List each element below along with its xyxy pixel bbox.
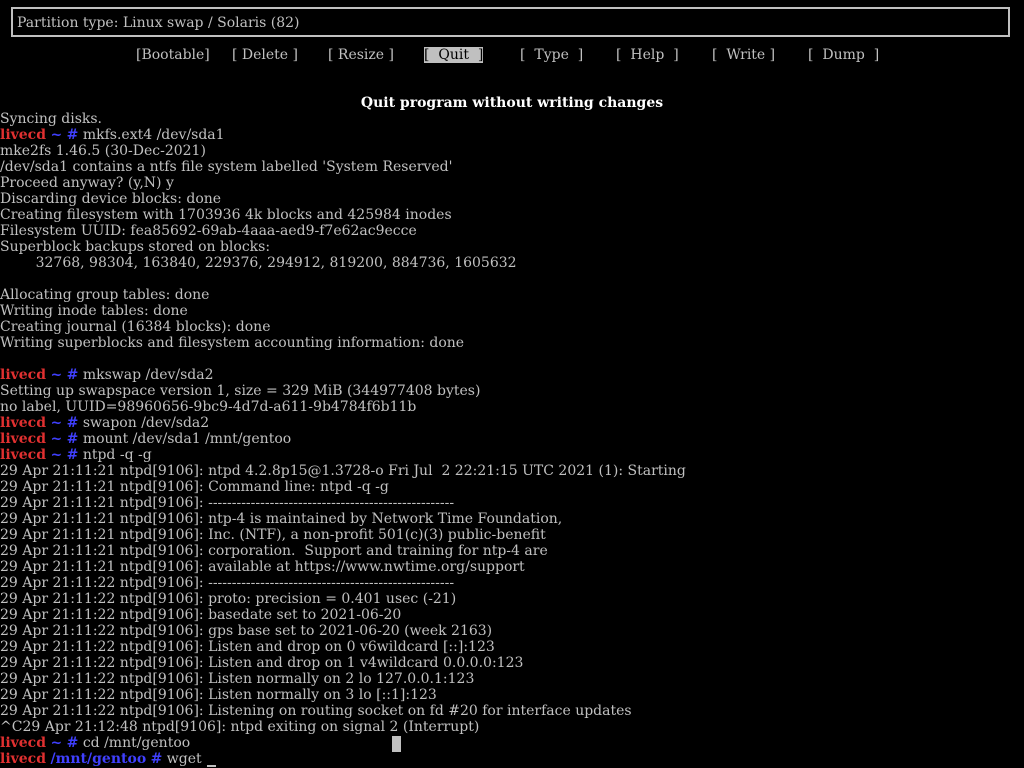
output-line: 29 Apr 21:11:22 ntpd[9106]: Listening on… [0,703,632,719]
prompt-line: livecd ~ # mount /dev/sda1 /mnt/gentoo [0,431,1024,447]
command-text: mkswap /dev/sda2 [82,367,214,383]
output-line: 29 Apr 21:11:22 ntpd[9106]: gps base set… [0,623,493,639]
command-text: cd /mnt/gentoo [82,735,191,751]
prompt-dir: ~ [50,735,63,751]
output-line: Filesystem UUID: fea85692-69ab-4aaa-aed9… [0,223,417,239]
output-line: 29 Apr 21:11:21 ntpd[9106]: available at… [0,559,525,575]
prompt-symbol: # [66,415,79,431]
output-line: 29 Apr 21:11:22 ntpd[9106]: Listen and d… [0,639,495,655]
output-line: Writing inode tables: done [0,303,188,319]
prompt-host: livecd [0,367,46,383]
output-line: 29 Apr 21:11:21 ntpd[9106]: ntpd 4.2.8p1… [0,463,686,479]
prompt-symbol: # [66,447,79,463]
output-line: Setting up swapspace version 1, size = 3… [0,383,481,399]
prompt-dir: /mnt/gentoo [50,751,147,767]
prompt-host: livecd [0,127,46,143]
command-text: wget [166,751,202,767]
prompt-symbol: # [66,127,79,143]
output-line: 29 Apr 21:11:22 ntpd[9106]: Listen norma… [0,671,475,687]
output-line: Creating journal (16384 blocks): done [0,319,271,335]
terminal-screen[interactable]: Partition type: Linux swap / Solaris (82… [0,0,1024,768]
resize-button[interactable]: [ Resize ] [328,47,394,63]
type-button[interactable]: [ Type ] [520,47,583,63]
output-line: ^C29 Apr 21:12:48 ntpd[9106]: ntpd exiti… [0,719,480,735]
delete-button[interactable]: [ Delete ] [232,47,298,63]
output-line: 29 Apr 21:11:22 ntpd[9106]: proto: preci… [0,591,457,607]
prompt-host: livecd [0,735,46,751]
prompt-symbol: # [66,367,79,383]
command-text: swapon /dev/sda2 [82,415,210,431]
output-line: Creating filesystem with 1703936 4k bloc… [0,207,452,223]
output-line: 29 Apr 21:11:21 ntpd[9106]: Inc. (NTF), … [0,527,546,543]
prompt-host: livecd [0,415,46,431]
output-line: Allocating group tables: done [0,287,210,303]
prompt-symbol: # [66,735,79,751]
prompt-dir: ~ [50,431,63,447]
partition-type-field: Partition type: Linux swap / Solaris (82… [11,7,1010,37]
prompt-symbol: # [66,431,79,447]
dump-button[interactable]: [ Dump ] [808,47,879,63]
prompt-line: livecd ~ # mkfs.ext4 /dev/sda1 [0,127,1024,143]
prompt-dir: ~ [50,415,63,431]
output-line: Superblock backups stored on blocks: [0,239,271,255]
output-line: 29 Apr 21:11:22 ntpd[9106]: ------------… [0,575,455,591]
output-line: 29 Apr 21:11:22 ntpd[9106]: Listen and d… [0,655,524,671]
output-line: 29 Apr 21:11:22 ntpd[9106]: Listen norma… [0,687,437,703]
prompt-host: livecd [0,447,46,463]
prompt-line: livecd ~ # cd /mnt/gentoo [0,735,1024,751]
quit-button[interactable]: [ Quit ] [424,47,484,63]
prompt-dir: ~ [50,127,63,143]
prompt-line: livecd ~ # swapon /dev/sda2 [0,415,1024,431]
output-line: /dev/sda1 contains a ntfs file system la… [0,159,453,175]
cfdisk-menu-bar: [Bootable] [ Delete ] [ Resize ] [ Quit … [0,47,1024,63]
output-line: Discarding device blocks: done [0,191,222,207]
prompt-line: livecd ~ # ntpd -q -g [0,447,1024,463]
command-text: mount /dev/sda1 /mnt/gentoo [82,431,292,447]
command-text: mkfs.ext4 /dev/sda1 [82,127,225,143]
output-line: Writing superblocks and filesystem accou… [0,335,465,351]
output-line: Proceed anyway? (y,N) y [0,175,174,191]
prompt-host: livecd [0,431,46,447]
output-line: 29 Apr 21:11:22 ntpd[9106]: basedate set… [0,607,402,623]
bootable-button[interactable]: [Bootable] [136,47,210,63]
command-text: ntpd -q -g [82,447,152,463]
output-line: 29 Apr 21:11:21 ntpd[9106]: ntp-4 is mai… [0,511,563,527]
prompt-line: livecd /mnt/gentoo # wget [0,751,1024,767]
output-line: mke2fs 1.46.5 (30-Dec-2021) [0,143,206,159]
output-line: 29 Apr 21:11:21 ntpd[9106]: Command line… [0,479,389,495]
prompt-line: livecd ~ # mkswap /dev/sda2 [0,367,1024,383]
output-line: Syncing disks. [0,111,103,127]
prompt-dir: ~ [50,367,63,383]
prompt-host: livecd [0,751,46,767]
output-line: 32768, 98304, 163840, 229376, 294912, 81… [0,255,517,271]
text-cursor [207,765,216,767]
write-button[interactable]: [ Write ] [712,47,775,63]
help-button[interactable]: [ Help ] [616,47,679,63]
console-output: Syncing disks. livecd ~ # mkfs.ext4 /dev/… [0,111,1024,767]
output-line: 29 Apr 21:11:21 ntpd[9106]: corporation.… [0,543,548,559]
prompt-symbol: # [150,751,163,767]
prompt-dir: ~ [50,447,63,463]
output-line: 29 Apr 21:11:21 ntpd[9106]: ------------… [0,495,455,511]
output-line: no label, UUID=98960656-9bc9-4d7d-a611-9… [0,399,417,415]
block-cursor [392,736,401,752]
menu-hint: Quit program without writing changes [360,95,664,111]
